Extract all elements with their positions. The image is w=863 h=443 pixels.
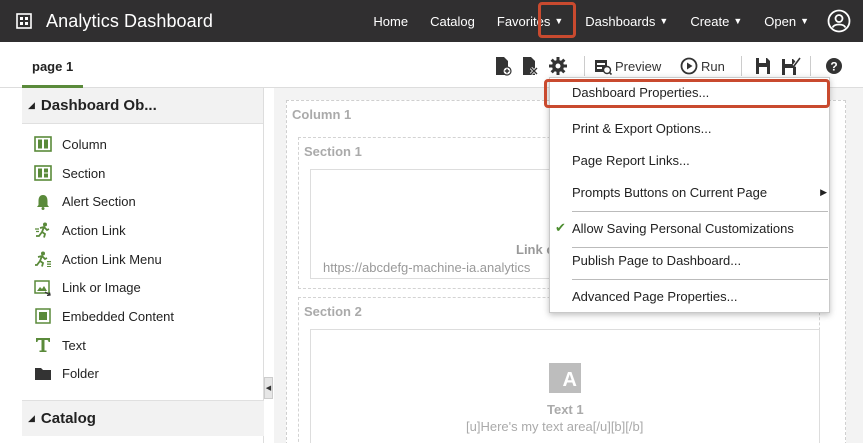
object-column[interactable]: Column: [22, 130, 263, 159]
section-icon: [34, 164, 52, 182]
menu-prompts-buttons[interactable]: Prompts Buttons on Current Page ▶: [550, 178, 829, 206]
runner-icon: [34, 221, 52, 239]
text-object[interactable]: A Text 1 [u]Here's my text area[/u][b][/…: [310, 329, 820, 443]
caret-down-icon: ▼: [800, 16, 809, 26]
caret-down-icon: ▼: [733, 16, 743, 26]
menu-callout-highlight: [544, 79, 830, 108]
menu-advanced-page-properties[interactable]: Advanced Page Properties...: [550, 282, 829, 310]
object-embedded-content[interactable]: Embedded Content: [22, 302, 263, 331]
object-action-link[interactable]: Action Link: [22, 216, 263, 245]
section-label: Section 2: [304, 304, 362, 319]
checkmark-icon: ✔: [555, 220, 566, 235]
svg-text:?: ?: [830, 60, 837, 74]
text-object-icon: A: [549, 363, 581, 393]
text-icon: [34, 336, 52, 354]
menu-page-report-links[interactable]: Page Report Links...: [550, 146, 829, 174]
bell-icon: [34, 193, 52, 211]
object-link-or-image[interactable]: Link or Image: [22, 273, 263, 302]
text-object-title: Text 1: [547, 402, 584, 417]
dashboard-objects-list: Column Section Alert Section Action Link…: [22, 124, 263, 388]
folder-icon: [34, 365, 52, 383]
gear-icon[interactable]: [548, 55, 568, 77]
save-as-icon[interactable]: [781, 55, 801, 77]
object-action-link-menu[interactable]: Action Link Menu: [22, 245, 263, 274]
toolbar-divider: [810, 56, 811, 76]
delete-page-icon[interactable]: [521, 55, 539, 77]
nav-create[interactable]: Create ▼: [690, 14, 742, 29]
nav-open[interactable]: Open ▼: [764, 14, 809, 29]
top-header: Analytics Dashboard Home Catalog Favorit…: [0, 0, 863, 42]
menu-allow-saving-customizations[interactable]: ✔ Allow Saving Personal Customizations: [550, 214, 829, 242]
object-folder[interactable]: Folder: [22, 360, 263, 389]
gear-callout-highlight: [538, 2, 576, 38]
toolbar-divider: [584, 56, 585, 76]
toolbar-divider: [741, 56, 742, 76]
save-icon[interactable]: [755, 55, 771, 77]
section-label: Section 1: [304, 144, 362, 159]
section-2[interactable]: Section 2 A Text 1 [u]Here's my text are…: [298, 297, 820, 443]
dashboard-objects-panel: ◢ Dashboard Ob... Column Section Alert S…: [22, 88, 264, 443]
menu-divider: [572, 211, 828, 212]
object-text[interactable]: Text: [22, 331, 263, 360]
catalog-panel-header[interactable]: ◢ Catalog: [22, 400, 264, 436]
collapse-triangle-icon: ◢: [28, 413, 35, 423]
image-link-icon: [34, 279, 52, 297]
text-object-content: [u]Here's my text area[/u][b][/b]: [466, 419, 644, 434]
preview-icon: [595, 60, 612, 75]
app-title: Analytics Dashboard: [46, 10, 213, 31]
collapse-triangle-icon: ◢: [28, 100, 35, 110]
run-icon: [680, 57, 698, 75]
app-grid-icon[interactable]: [16, 13, 32, 29]
submenu-arrow-icon: ▶: [820, 186, 827, 197]
panel-collapse-handle[interactable]: ◀: [264, 377, 273, 399]
run-button[interactable]: Run: [680, 55, 725, 77]
link-object-url: https://abcdefg-machine-ia.analytics: [323, 260, 531, 275]
runner-menu-icon: [34, 250, 52, 268]
embedded-icon: [34, 307, 52, 325]
object-alert-section[interactable]: Alert Section: [22, 187, 263, 216]
menu-publish-page[interactable]: Publish Page to Dashboard...: [550, 246, 829, 274]
menu-divider: [572, 279, 828, 280]
chevron-left-icon: ◀: [265, 385, 272, 392]
column-label: Column 1: [292, 107, 352, 122]
nav-dashboards[interactable]: Dashboards ▼: [585, 14, 668, 29]
tab-page-1[interactable]: page 1: [22, 54, 84, 88]
page-options-menu: Dashboard Properties... Print & Export O…: [549, 77, 830, 313]
menu-print-export-options[interactable]: Print & Export Options...: [550, 114, 829, 142]
caret-down-icon: ▼: [659, 16, 669, 26]
main-nav: Home Catalog Favorites ▼ Dashboards ▼ Crea…: [351, 0, 809, 42]
object-section[interactable]: Section: [22, 159, 263, 188]
help-icon[interactable]: ?: [825, 55, 843, 77]
nav-home[interactable]: Home: [373, 14, 408, 29]
preview-button[interactable]: Preview: [594, 55, 661, 77]
new-page-icon[interactable]: [494, 55, 512, 77]
nav-catalog[interactable]: Catalog: [430, 14, 475, 29]
dashboard-objects-header[interactable]: ◢ Dashboard Ob...: [22, 88, 263, 124]
user-avatar-icon[interactable]: [827, 9, 851, 33]
column-icon: [34, 135, 52, 153]
